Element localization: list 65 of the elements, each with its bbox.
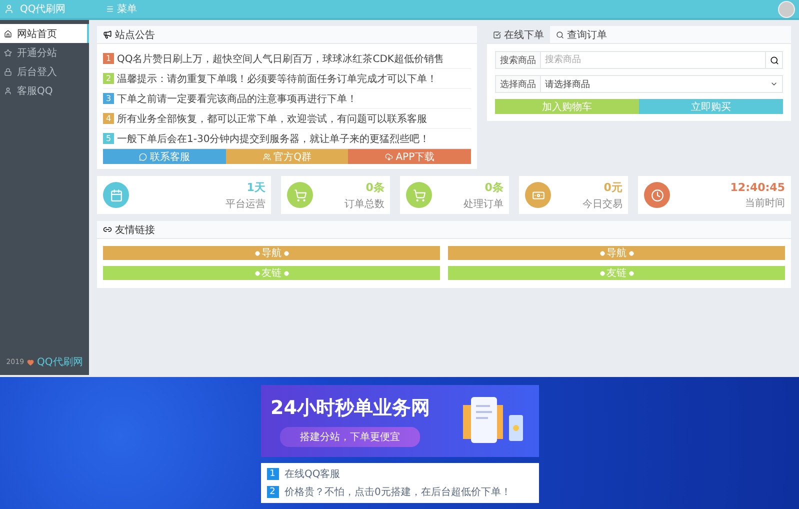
dot-icon: [254, 270, 260, 276]
stat-value: 1天: [246, 180, 266, 194]
panel-title: 站点公告: [115, 28, 155, 42]
footer-link[interactable]: QQ代刷网: [37, 355, 83, 369]
order-button[interactable]: 加入购物车: [495, 99, 639, 114]
banner-title: 24小时秒单业务网: [270, 396, 430, 421]
info-text: 在线QQ客服: [284, 468, 340, 481]
dot-icon: [600, 250, 604, 256]
notice-text: 所有业务全部恢复，都可以正常下单，欢迎尝试，有问题可以联系客服: [117, 112, 427, 126]
sidebar-item[interactable]: 网站首页: [0, 24, 89, 43]
site-logo: QQ代刷网: [20, 3, 67, 16]
checkbox-icon: [493, 30, 501, 38]
notice-text: 一般下单后会在1-30分钟内提交到服务器，就让单子来的更猛烈些吧！: [117, 132, 430, 146]
dot-icon: [284, 270, 288, 276]
link-button[interactable]: 友链: [103, 266, 440, 280]
dot-icon: [254, 250, 260, 256]
tab[interactable]: 在线下单: [487, 26, 550, 43]
banner-subtitle: 搭建分站，下单更便宜: [280, 427, 420, 447]
dot-icon: [628, 270, 634, 276]
notice-text: 温馨提示：请勿重复下单哦！必须要等待前面任务订单完成才可以下单！: [117, 72, 437, 86]
notice-button[interactable]: 官方Q群: [226, 149, 348, 164]
stat-label: 订单总数: [344, 198, 384, 210]
stat-label: 当前时间: [745, 196, 785, 210]
heart-icon: [27, 358, 34, 366]
search-button[interactable]: [765, 51, 783, 69]
link-button[interactable]: 友链: [448, 266, 785, 280]
order-button[interactable]: 立即购买: [639, 99, 783, 114]
dot-icon: [284, 250, 288, 256]
menu-button[interactable]: 菜单: [106, 2, 137, 16]
number-badge: 4: [103, 113, 114, 124]
sidebar-item[interactable]: 客服QQ: [0, 81, 89, 100]
link-button[interactable]: 导航: [103, 246, 440, 260]
search-icon: [770, 56, 778, 64]
sidebar-item[interactable]: 后台登入: [0, 62, 89, 81]
user-icon: [4, 4, 14, 14]
number-badge: 1: [103, 53, 114, 64]
notice-button[interactable]: 联系客服: [103, 149, 226, 164]
stat-label: 今日交易: [582, 198, 622, 210]
stat-value: 0元: [604, 180, 622, 194]
stat-label: 处理订单: [463, 198, 504, 210]
stat-label: 平台运营: [225, 198, 266, 210]
number-badge: 1: [266, 468, 278, 480]
field-label: 搜索商品: [495, 51, 541, 69]
notice-button[interactable]: APP下载: [348, 149, 472, 164]
stat-value: 0条: [366, 180, 384, 194]
stat-value: 0条: [484, 180, 504, 194]
number-badge: 2: [266, 486, 278, 498]
link-button[interactable]: 导航: [448, 246, 785, 260]
link-icon: [103, 225, 112, 234]
number-badge: 5: [103, 133, 114, 144]
number-badge: 3: [103, 93, 114, 104]
search-icon: [556, 30, 564, 38]
panel-title: 友情链接: [115, 224, 155, 236]
notice-text: 下单之前请一定要看完该商品的注意事项再进行下单！: [117, 92, 357, 106]
tab[interactable]: 查询订单: [550, 26, 613, 43]
dot-icon: [628, 250, 634, 256]
menu-icon: [106, 5, 114, 13]
number-badge: 2: [103, 73, 114, 84]
search-field[interactable]: 搜索商品: [541, 51, 765, 69]
info-text: 价格贵？不怕，点击0元搭建，在后台超低价下单！: [284, 486, 511, 499]
stat-value: 12:40:45: [730, 180, 785, 194]
sidebar-item[interactable]: 开通分站: [0, 43, 89, 62]
dot-icon: [600, 270, 604, 276]
megaphone-icon: [103, 30, 112, 39]
notice-text: QQ名片赞日刷上万，超快空间人气日刷百万，球球冰红茶CDK超低价销售: [117, 52, 444, 66]
